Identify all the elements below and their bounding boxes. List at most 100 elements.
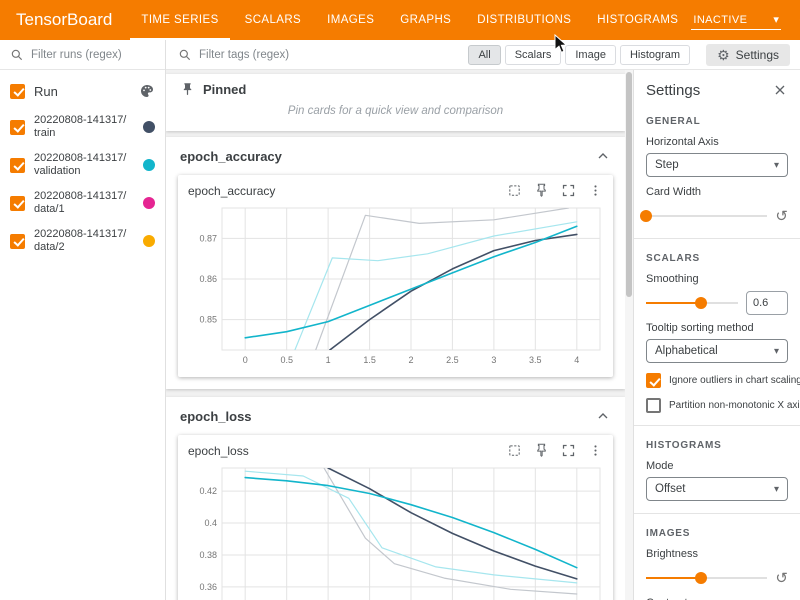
run-row[interactable]: 20220808-141317/data/2 (0, 222, 165, 260)
scrollbar-thumb[interactable] (626, 72, 632, 297)
pin-icon[interactable] (534, 443, 549, 458)
horizontal-axis-value: Step (655, 159, 679, 171)
runs-filter-input[interactable] (31, 49, 141, 61)
ignore-outliers-label: Ignore outliers in chart scaling (669, 375, 800, 386)
brightness-label: Brightness (646, 548, 788, 560)
app-title[interactable]: TensorBoard (0, 10, 128, 30)
chip-all[interactable]: All (468, 45, 500, 65)
scrollbar[interactable] (625, 70, 633, 600)
chart-card-epoch-accuracy: epoch_accuracy (178, 175, 613, 377)
run-color-dot[interactable] (143, 121, 155, 133)
brightness-slider[interactable] (646, 571, 767, 585)
topbar: TensorBoard TIME SERIES SCALARS IMAGES G… (0, 0, 800, 40)
runs-filter (0, 40, 165, 70)
section-header[interactable]: epoch_accuracy (166, 137, 625, 173)
partition-x-label: Partition non-monotonic X axis (669, 400, 800, 411)
chevron-up-icon[interactable] (595, 408, 611, 424)
fullscreen-icon[interactable] (561, 443, 576, 458)
chip-image[interactable]: Image (565, 45, 616, 65)
card-width-slider[interactable] (646, 209, 767, 223)
chip-scalars[interactable]: Scalars (505, 45, 562, 65)
pinned-section: Pinned Pin cards for a quick view and co… (166, 74, 625, 131)
scalars-heading: SCALARS (646, 253, 788, 264)
fit-domain-icon[interactable] (507, 183, 522, 198)
settings-button[interactable]: ⚙ Settings (706, 44, 790, 66)
settings-panel-header: Settings (646, 78, 788, 102)
tab-scalars[interactable]: SCALARS (232, 0, 315, 40)
run-label: 20220808-141317/data/1 (34, 190, 129, 216)
horizontal-axis-select[interactable]: Step ▾ (646, 153, 788, 177)
theme-toggle-button[interactable] (793, 7, 800, 33)
search-icon (10, 48, 24, 62)
runs-column-label: Run (34, 84, 130, 99)
pin-icon[interactable] (534, 183, 549, 198)
settings-button-label: Settings (736, 48, 779, 62)
more-vert-icon[interactable] (588, 183, 603, 198)
tab-histograms[interactable]: HISTOGRAMS (584, 0, 691, 40)
svg-text:0.86: 0.86 (199, 274, 217, 284)
runs-header: Run (0, 70, 165, 108)
reset-icon[interactable]: ↺ (775, 209, 788, 224)
epoch-loss-chart[interactable]: 00.511.522.533.540.360.380.40.42 (186, 462, 605, 600)
chevron-down-icon: ▾ (773, 13, 779, 26)
run-color-dot[interactable] (143, 159, 155, 171)
svg-text:1.5: 1.5 (363, 355, 376, 365)
fit-domain-icon[interactable] (507, 443, 522, 458)
smoothing-label: Smoothing (646, 273, 788, 285)
horizontal-axis-label: Horizontal Axis (646, 136, 788, 148)
tooltip-sorting-value: Alphabetical (655, 345, 718, 357)
run-label: 20220808-141317/validation (34, 152, 129, 178)
more-vert-icon[interactable] (588, 443, 603, 458)
palette-icon[interactable] (139, 83, 155, 99)
run-color-dot[interactable] (143, 197, 155, 209)
chevron-down-icon: ▾ (774, 160, 779, 171)
ignore-outliers-row[interactable]: Ignore outliers in chart scaling (646, 373, 788, 388)
close-icon[interactable] (772, 82, 788, 98)
tags-filter-input[interactable] (199, 49, 399, 61)
run-row[interactable]: 20220808-141317/validation (0, 146, 165, 184)
svg-text:0: 0 (243, 355, 248, 365)
partition-x-checkbox[interactable] (646, 398, 661, 413)
svg-text:0.85: 0.85 (199, 315, 217, 325)
chevron-up-icon[interactable] (595, 148, 611, 164)
brightness-row: ↺ (646, 568, 788, 588)
tooltip-sorting-label: Tooltip sorting method (646, 322, 788, 334)
tab-distributions[interactable]: DISTRIBUTIONS (464, 0, 584, 40)
chart-card-epoch-loss: epoch_loss (178, 435, 613, 600)
run-checkbox[interactable] (10, 234, 25, 249)
section-header[interactable]: epoch_loss (166, 397, 625, 433)
tag-type-chips: All Scalars Image Histogram (468, 45, 690, 65)
svg-text:1: 1 (326, 355, 331, 365)
reset-icon[interactable]: ↺ (775, 571, 788, 586)
histogram-mode-label: Mode (646, 460, 788, 472)
chart-card-header: epoch_accuracy (186, 181, 605, 202)
run-checkbox[interactable] (10, 120, 25, 135)
chevron-down-icon: ▾ (774, 346, 779, 357)
tab-graphs[interactable]: GRAPHS (387, 0, 464, 40)
run-row[interactable]: 20220808-141317/data/1 (0, 184, 165, 222)
section-epoch-loss: epoch_loss epoch_loss (166, 397, 625, 600)
smoothing-slider[interactable] (646, 296, 738, 310)
tooltip-sorting-select[interactable]: Alphabetical ▾ (646, 339, 788, 363)
histogram-mode-select[interactable]: Offset ▾ (646, 477, 788, 501)
topbar-actions: INACTIVE ▾ ⚙ ? (691, 7, 800, 33)
svg-text:4: 4 (574, 355, 579, 365)
select-all-runs-checkbox[interactable] (10, 84, 25, 99)
cards-scroll-area: Pinned Pin cards for a quick view and co… (166, 70, 633, 600)
run-checkbox[interactable] (10, 158, 25, 173)
run-row[interactable]: 20220808-141317/train (0, 108, 165, 146)
tab-time-series[interactable]: TIME SERIES (128, 0, 231, 40)
card-width-row: ↺ (646, 206, 788, 226)
status-dropdown[interactable]: INACTIVE ▾ (691, 10, 781, 30)
run-color-dot[interactable] (143, 235, 155, 247)
ignore-outliers-checkbox[interactable] (646, 373, 661, 388)
pinned-header: Pinned (180, 82, 611, 97)
run-checkbox[interactable] (10, 196, 25, 211)
smoothing-input[interactable] (746, 291, 788, 315)
run-label: 20220808-141317/train (34, 114, 129, 140)
epoch-accuracy-chart[interactable]: 00.511.522.533.540.850.860.87 (186, 202, 605, 375)
partition-x-row[interactable]: Partition non-monotonic X axis i (646, 398, 788, 413)
chip-histogram[interactable]: Histogram (620, 45, 690, 65)
fullscreen-icon[interactable] (561, 183, 576, 198)
tab-images[interactable]: IMAGES (314, 0, 387, 40)
